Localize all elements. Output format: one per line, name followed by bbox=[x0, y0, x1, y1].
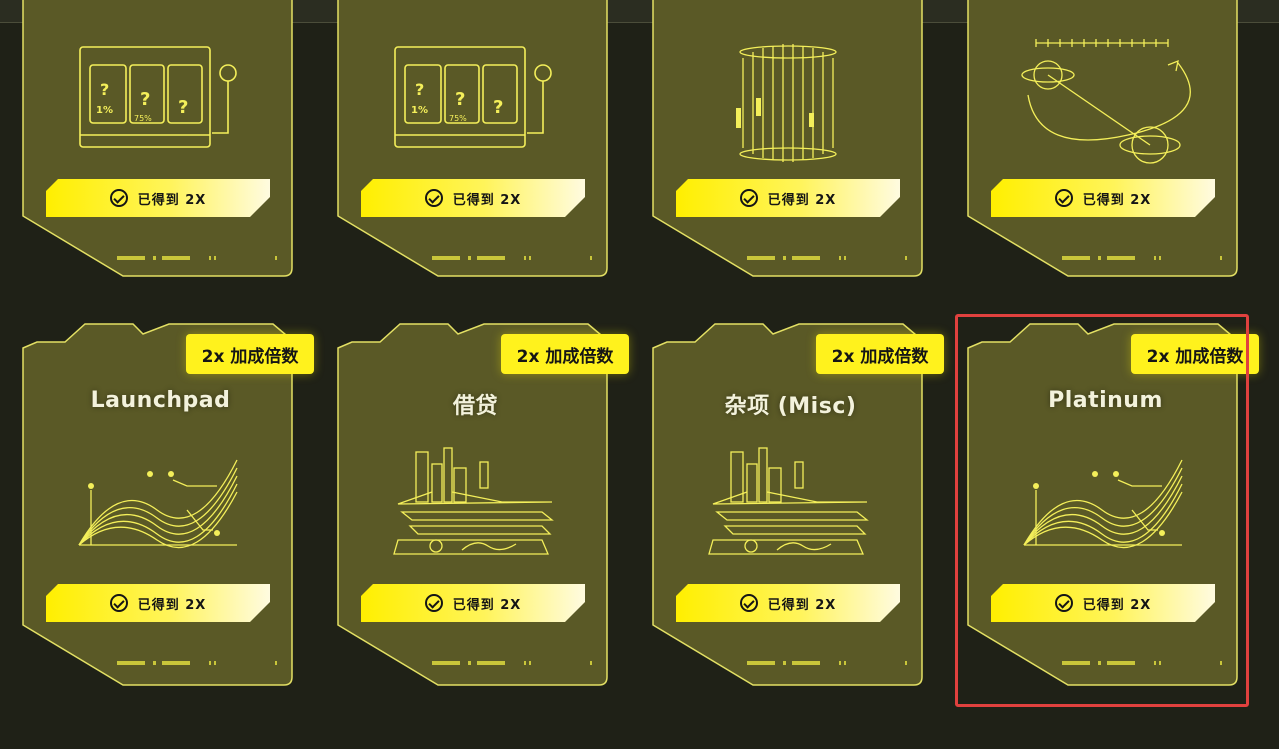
status-label: 已得到 2X bbox=[452, 192, 522, 208]
deco-bar bbox=[214, 256, 216, 260]
status-label: 已得到 2X bbox=[1082, 192, 1152, 208]
slot-machine-icon: ? 1% ? 75% ? bbox=[79, 46, 237, 148]
deco-bar bbox=[783, 256, 786, 260]
card-title: Launchpad bbox=[90, 388, 231, 413]
card-lending[interactable]: 2x 加成倍数 借贷 已得到 2X bbox=[337, 322, 629, 687]
deco-bar bbox=[905, 256, 907, 260]
check-circle-icon bbox=[1055, 189, 1073, 207]
deco-bar bbox=[792, 661, 820, 665]
selection-highlight bbox=[955, 314, 1249, 707]
check-circle-icon bbox=[740, 594, 758, 612]
deco-bar bbox=[747, 256, 775, 260]
deco-bar bbox=[524, 256, 526, 260]
card-top-3[interactable]: 已得到 2X bbox=[652, 0, 928, 278]
orbit-trajectory-icon bbox=[1021, 39, 1191, 164]
status-button[interactable]: 已得到 2X bbox=[676, 179, 900, 217]
check-circle-icon bbox=[425, 594, 443, 612]
deco-bar bbox=[839, 256, 841, 260]
deco-bar bbox=[117, 256, 145, 260]
deco-bar bbox=[839, 661, 841, 665]
deco-bar bbox=[524, 661, 526, 665]
deco-bar bbox=[153, 256, 156, 260]
deco-bar bbox=[747, 661, 775, 665]
candlestick-cylinder-icon bbox=[736, 44, 837, 162]
deco-bar bbox=[468, 256, 471, 260]
deco-bar bbox=[117, 661, 145, 665]
wave-lines-chart-icon bbox=[78, 459, 238, 549]
deco-bar bbox=[590, 256, 592, 260]
deco-bar bbox=[844, 661, 846, 665]
status-label: 已得到 2X bbox=[767, 192, 837, 208]
svg-text:1%: 1% bbox=[411, 105, 428, 116]
deco-bar bbox=[783, 661, 786, 665]
status-label: 已得到 2X bbox=[452, 597, 522, 613]
card-misc[interactable]: 2x 加成倍数 杂项 (Misc) 已得到 2X bbox=[652, 322, 944, 687]
deco-bar bbox=[477, 256, 505, 260]
deco-bar bbox=[162, 256, 190, 260]
svg-text:1%: 1% bbox=[96, 105, 113, 116]
status-button[interactable]: 已得到 2X bbox=[676, 584, 900, 622]
deco-bar bbox=[209, 256, 211, 260]
deco-bar bbox=[153, 661, 156, 665]
card-top-4[interactable]: 已得到 2X bbox=[967, 0, 1243, 278]
boost-badge: 2x 加成倍数 bbox=[501, 334, 629, 374]
deco-bar bbox=[1062, 256, 1090, 260]
deco-bar bbox=[162, 661, 190, 665]
card-launchpad[interactable]: 2x 加成倍数 Launchpad 已得到 2X bbox=[22, 322, 314, 687]
deco-bar bbox=[590, 661, 592, 665]
card-title: 杂项 (Misc) bbox=[724, 394, 857, 419]
deco-bar bbox=[432, 661, 460, 665]
deco-bar bbox=[275, 256, 277, 260]
deco-bar bbox=[1154, 256, 1156, 260]
deco-bar bbox=[905, 661, 907, 665]
status-button[interactable]: 已得到 2X bbox=[46, 179, 270, 217]
svg-text:?: ? bbox=[140, 89, 150, 110]
deco-bar bbox=[209, 661, 211, 665]
svg-text:?: ? bbox=[100, 80, 109, 99]
check-circle-icon bbox=[110, 594, 128, 612]
svg-text:?: ? bbox=[415, 80, 424, 99]
status-button[interactable]: 已得到 2X bbox=[361, 179, 585, 217]
city-dashboard-icon bbox=[393, 447, 554, 555]
status-label: 已得到 2X bbox=[137, 192, 207, 208]
deco-bar bbox=[432, 256, 460, 260]
deco-bar bbox=[1107, 256, 1135, 260]
deco-bar bbox=[1098, 256, 1101, 260]
check-circle-icon bbox=[110, 189, 128, 207]
svg-text:?: ? bbox=[455, 89, 465, 110]
status-button[interactable]: 已得到 2X bbox=[991, 179, 1215, 217]
svg-text:?: ? bbox=[178, 97, 188, 118]
svg-text:75%: 75% bbox=[449, 114, 467, 123]
card-top-1[interactable]: ? 1% ? 75% ? 已得到 2X bbox=[22, 0, 298, 278]
slot-machine-icon: ? 1% ? 75% ? bbox=[394, 46, 552, 148]
boost-badge: 2x 加成倍数 bbox=[186, 334, 314, 374]
deco-bar bbox=[844, 256, 846, 260]
deco-bar bbox=[792, 256, 820, 260]
deco-bar bbox=[477, 661, 505, 665]
check-circle-icon bbox=[740, 189, 758, 207]
card-top-2[interactable]: ? 1% ? 75% ? 已得到 2X bbox=[337, 0, 613, 278]
deco-bar bbox=[214, 661, 216, 665]
svg-text:?: ? bbox=[493, 97, 503, 118]
svg-text:75%: 75% bbox=[134, 114, 152, 123]
status-button[interactable]: 已得到 2X bbox=[46, 584, 270, 622]
boost-badge: 2x 加成倍数 bbox=[816, 334, 944, 374]
check-circle-icon bbox=[425, 189, 443, 207]
status-label: 已得到 2X bbox=[137, 597, 207, 613]
deco-bar bbox=[529, 256, 531, 260]
deco-bar bbox=[275, 661, 277, 665]
status-label: 已得到 2X bbox=[767, 597, 837, 613]
deco-bar bbox=[468, 661, 471, 665]
deco-bar bbox=[1220, 256, 1222, 260]
status-button[interactable]: 已得到 2X bbox=[361, 584, 585, 622]
deco-bar bbox=[1159, 256, 1161, 260]
deco-bar bbox=[529, 661, 531, 665]
card-title: 借贷 bbox=[452, 394, 498, 419]
city-dashboard-icon bbox=[708, 447, 869, 555]
